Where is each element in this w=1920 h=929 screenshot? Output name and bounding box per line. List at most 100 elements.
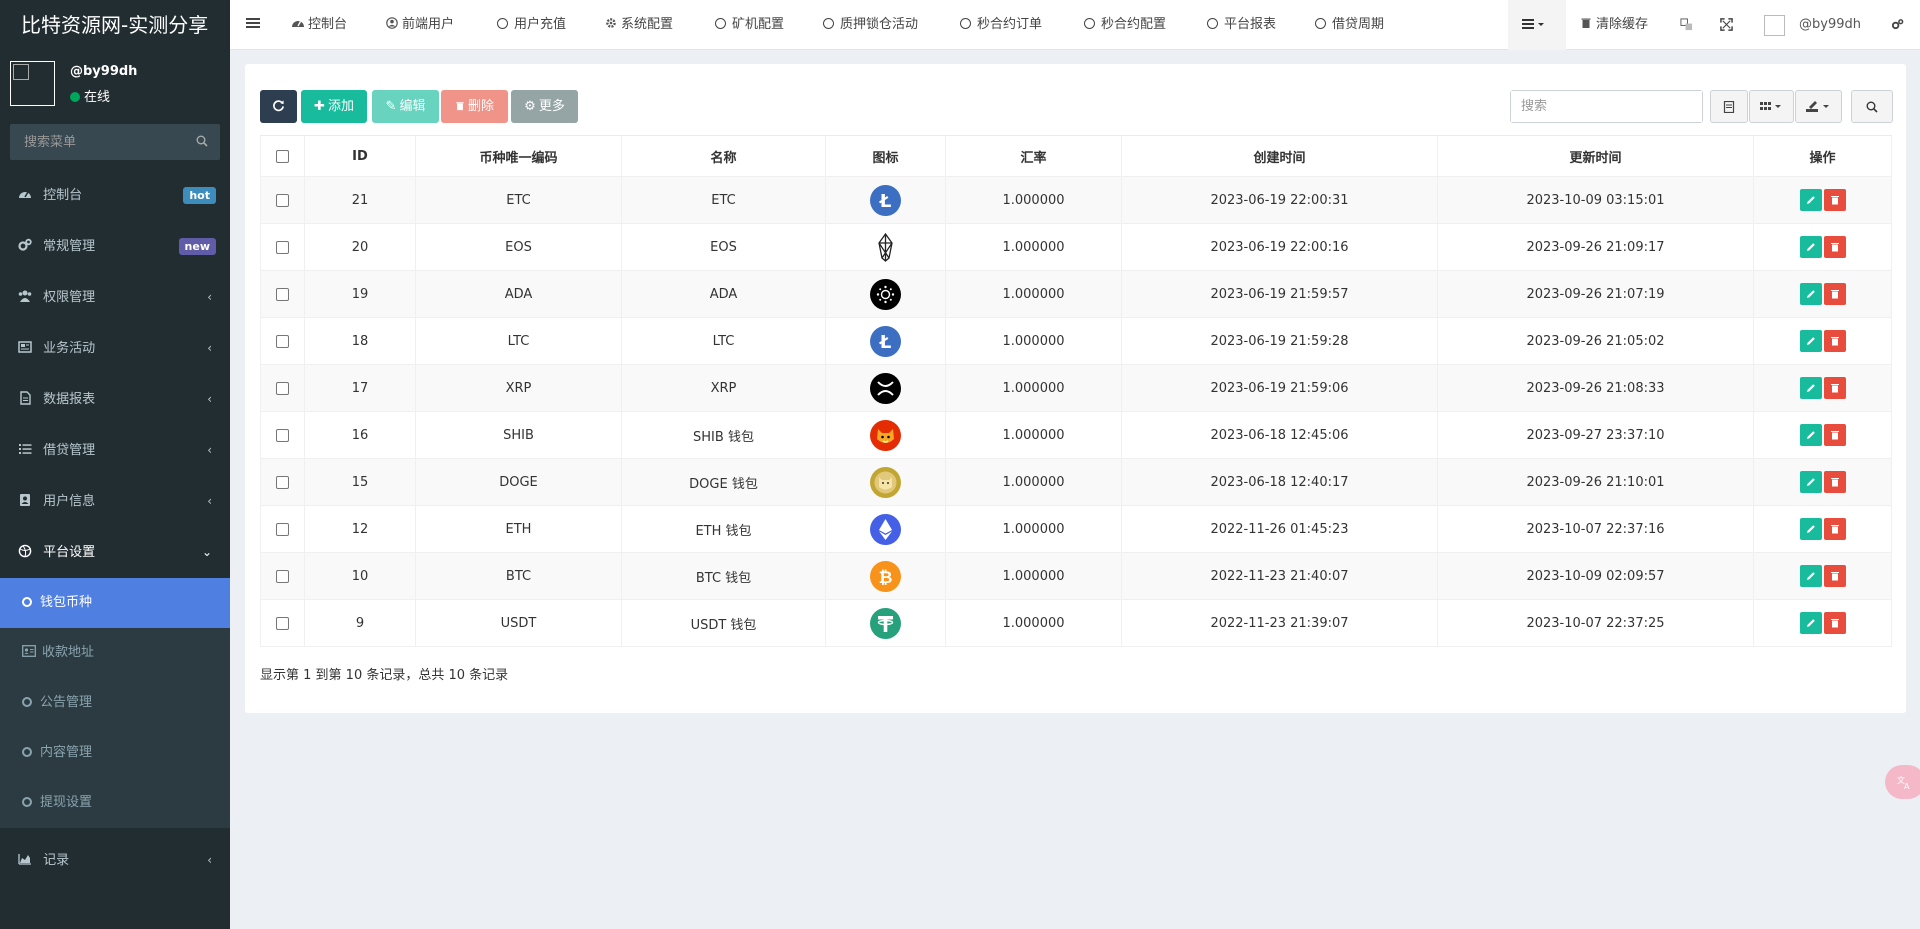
clear-cache-button[interactable]: 清除缓存 bbox=[1580, 0, 1648, 50]
tab-list-dropdown[interactable] bbox=[1508, 0, 1566, 50]
tab-user-recharge[interactable]: 用户充值 bbox=[497, 0, 566, 50]
row-checkbox[interactable] bbox=[276, 240, 289, 254]
row-checkbox[interactable] bbox=[276, 193, 289, 207]
table-row[interactable]: 21 ETC ETC Ł 1.000000 2023-06-19 22:00:31 2023… bbox=[260, 176, 1892, 224]
row-edit-button[interactable] bbox=[1799, 518, 1822, 540]
toggle-view-button[interactable] bbox=[1710, 90, 1748, 123]
header-avatar[interactable] bbox=[1764, 15, 1785, 36]
export-dropdown-button[interactable] bbox=[1795, 90, 1842, 123]
table-row[interactable]: 12 ETH ETH 钱包 1.000000 2022-11-26 01:45:23 20… bbox=[260, 505, 1892, 553]
eth-icon[interactable] bbox=[870, 513, 901, 545]
row-checkbox[interactable] bbox=[276, 428, 289, 442]
fullscreen-icon[interactable] bbox=[1720, 18, 1733, 31]
row-delete-button[interactable] bbox=[1823, 471, 1846, 493]
sidebar-item-withdraw-settings[interactable]: 提现设置 bbox=[0, 778, 230, 828]
row-delete-button[interactable] bbox=[1823, 236, 1846, 258]
columns-dropdown-button[interactable] bbox=[1749, 90, 1794, 123]
tab-platform-reports[interactable]: 平台报表 bbox=[1207, 0, 1276, 50]
row-edit-button[interactable] bbox=[1799, 565, 1822, 587]
sidebar-item-business[interactable]: 业务活动 ‹ bbox=[0, 323, 230, 374]
sidebar-item-reports[interactable]: 数据报表 ‹ bbox=[0, 374, 230, 425]
sidebar-item-wallet-coins[interactable]: 钱包币种 bbox=[0, 578, 230, 628]
add-button[interactable]: ✚ 添加 bbox=[301, 90, 367, 123]
table-row[interactable]: 17 XRP XRP 1.000000 2023-06-19 21:59:06 2023-… bbox=[260, 364, 1892, 412]
table-row[interactable]: 10 BTC BTC 钱包 ₿ 1.000000 2022-11-23 21:40:07 2… bbox=[260, 552, 1892, 600]
sidebar-search-input[interactable] bbox=[10, 124, 220, 160]
tab-staking-activity[interactable]: 质押锁仓活动 bbox=[823, 0, 918, 50]
row-checkbox[interactable] bbox=[276, 287, 289, 301]
sidebar-item-receive-address[interactable]: 收款地址 bbox=[0, 628, 230, 678]
brand-title[interactable]: 比特资源网-实测分享 bbox=[0, 0, 230, 50]
table-row[interactable]: 19 ADA ADA 1.000000 2023-06-19 21:59:57 2023-… bbox=[260, 270, 1892, 318]
sidebar-item-loans[interactable]: 借贷管理 ‹ bbox=[0, 425, 230, 476]
row-delete-button[interactable] bbox=[1823, 330, 1846, 352]
column-header[interactable]: ID bbox=[304, 135, 416, 177]
table-row[interactable]: 9 USDT USDT 钱包 1.000000 2022-11-23 21:39:07 2… bbox=[260, 599, 1892, 647]
sidebar-item-platform-settings[interactable]: 平台设置 ⌄ bbox=[0, 527, 230, 578]
column-header[interactable]: 图标 bbox=[825, 135, 946, 177]
tab-miner-config[interactable]: 矿机配置 bbox=[715, 0, 784, 50]
table-row[interactable]: 16 SHIB SHIB 钱包 1.000000 2023-06-18 12:45:06… bbox=[260, 411, 1892, 459]
ltc-icon[interactable]: Ł bbox=[870, 325, 901, 357]
select-all-checkbox[interactable] bbox=[276, 149, 289, 163]
sidebar-item-user-info[interactable]: 用户信息 ‹ bbox=[0, 476, 230, 527]
gears-icon[interactable] bbox=[1891, 18, 1904, 31]
row-edit-button[interactable] bbox=[1799, 612, 1822, 634]
search-button[interactable] bbox=[1851, 90, 1893, 123]
column-header[interactable]: 更新时间 bbox=[1437, 135, 1754, 177]
table-row[interactable]: 15 DOGE DOGE 钱包 1.000000 2023-06-18 12:40:17… bbox=[260, 458, 1892, 506]
edit-button[interactable]: ✎ 编辑 bbox=[372, 90, 439, 123]
row-edit-button[interactable] bbox=[1799, 471, 1822, 493]
row-edit-button[interactable] bbox=[1799, 189, 1822, 211]
tab-second-contract-config[interactable]: 秒合约配置 bbox=[1084, 0, 1166, 50]
row-delete-button[interactable] bbox=[1823, 565, 1846, 587]
row-delete-button[interactable] bbox=[1823, 189, 1846, 211]
column-header[interactable]: 名称 bbox=[621, 135, 826, 177]
tab-second-contract-orders[interactable]: 秒合约订单 bbox=[960, 0, 1042, 50]
sidebar-item-content[interactable]: 内容管理 bbox=[0, 728, 230, 778]
sidebar-item-general[interactable]: 常规管理 new bbox=[0, 221, 230, 272]
row-edit-button[interactable] bbox=[1799, 236, 1822, 258]
row-delete-button[interactable] bbox=[1823, 612, 1846, 634]
row-delete-button[interactable] bbox=[1823, 424, 1846, 446]
sidebar-item-dashboard[interactable]: 控制台 hot bbox=[0, 170, 230, 221]
eos-icon[interactable] bbox=[870, 232, 901, 263]
sidebar-item-permissions[interactable]: 权限管理 ‹ bbox=[0, 272, 230, 323]
row-edit-button[interactable] bbox=[1799, 377, 1822, 399]
row-checkbox[interactable] bbox=[276, 381, 289, 395]
tab-loan-period[interactable]: 借贷周期 bbox=[1315, 0, 1384, 50]
header-username[interactable]: @by99dh bbox=[1799, 0, 1861, 50]
row-delete-button[interactable] bbox=[1823, 377, 1846, 399]
doge-icon[interactable] bbox=[870, 466, 901, 498]
xrp-icon[interactable] bbox=[870, 372, 901, 404]
column-header[interactable]: 创建时间 bbox=[1121, 135, 1438, 177]
row-delete-button[interactable] bbox=[1823, 283, 1846, 305]
column-header[interactable]: 汇率 bbox=[945, 135, 1122, 177]
search-icon[interactable] bbox=[196, 135, 208, 147]
tab-frontend-users[interactable]: 前端用户 bbox=[386, 0, 454, 50]
table-row[interactable]: 20 EOS EOS 1.000000 2023-06-19 22:00:16 2023-… bbox=[260, 223, 1892, 271]
shib-icon[interactable] bbox=[870, 419, 901, 451]
ada-icon[interactable] bbox=[870, 278, 901, 310]
ltc-icon[interactable]: Ł bbox=[870, 184, 901, 216]
row-checkbox[interactable] bbox=[276, 569, 289, 583]
row-edit-button[interactable] bbox=[1799, 330, 1822, 352]
more-button[interactable]: ⚙ 更多 bbox=[511, 90, 578, 123]
translate-float-button[interactable]: 文A bbox=[1885, 765, 1920, 799]
btc-icon[interactable]: ₿ bbox=[870, 560, 901, 592]
row-edit-button[interactable] bbox=[1799, 283, 1822, 305]
row-checkbox[interactable] bbox=[276, 616, 289, 630]
sidebar-item-records[interactable]: 记录 ‹ bbox=[0, 835, 230, 886]
row-checkbox[interactable] bbox=[276, 475, 289, 489]
row-delete-button[interactable] bbox=[1823, 518, 1846, 540]
refresh-button[interactable] bbox=[260, 90, 297, 123]
table-row[interactable]: 18 LTC LTC Ł 1.000000 2023-06-19 21:59:28 2023… bbox=[260, 317, 1892, 365]
usdt-icon[interactable] bbox=[870, 607, 901, 639]
delete-button[interactable]: 删除 bbox=[441, 90, 508, 123]
tab-system-config[interactable]: 系统配置 bbox=[605, 0, 673, 50]
row-edit-button[interactable] bbox=[1799, 424, 1822, 446]
row-checkbox[interactable] bbox=[276, 334, 289, 348]
tab-dashboard[interactable]: 控制台 bbox=[292, 0, 347, 50]
column-header[interactable]: 币种唯一编码 bbox=[415, 135, 622, 177]
hamburger-menu-icon[interactable] bbox=[246, 16, 260, 30]
